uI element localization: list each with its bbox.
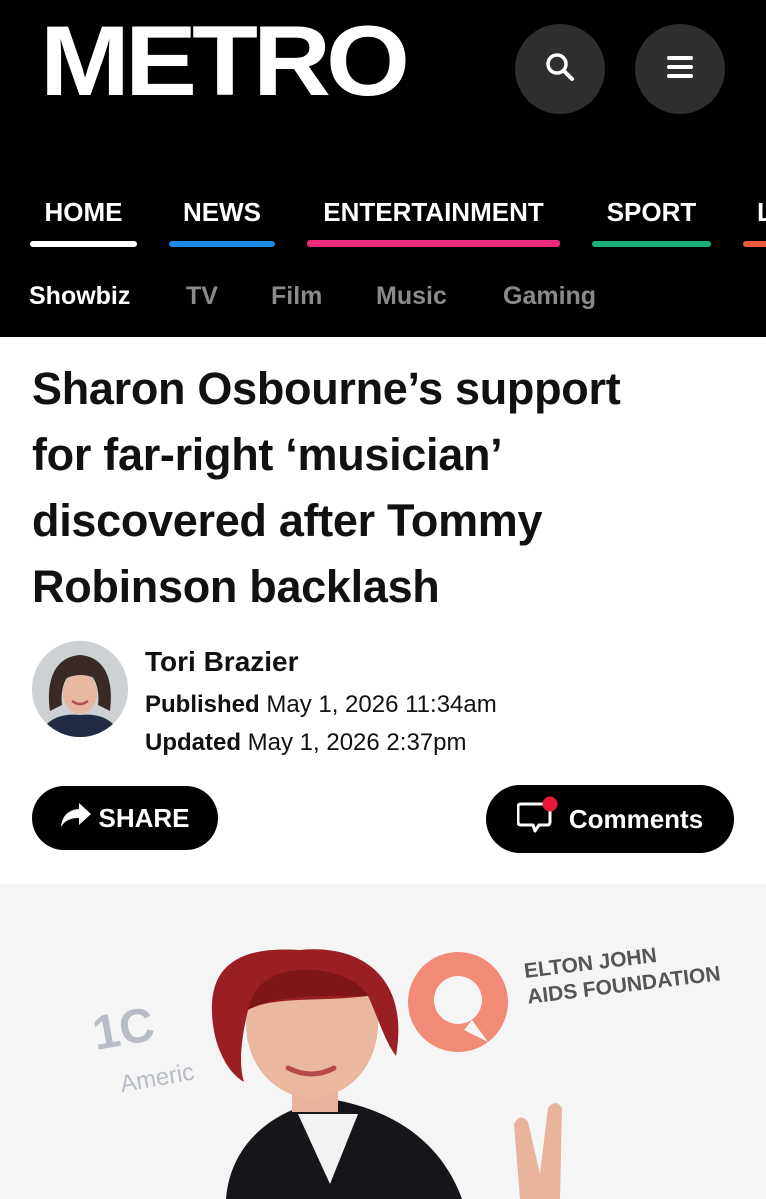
nav-underline-entertainment bbox=[307, 240, 560, 247]
nav-underline-lifestyle bbox=[743, 241, 766, 247]
nav-item-entertainment[interactable]: ENTERTAINMENT bbox=[307, 192, 560, 256]
sub-nav: Showbiz TV Film Music Gaming bbox=[0, 278, 766, 318]
subnav-item-showbiz[interactable]: Showbiz bbox=[29, 278, 130, 314]
published-value: May 1, 2026 11:34am bbox=[266, 691, 497, 718]
headline-line: Sharon Osbourne’s support bbox=[32, 363, 621, 414]
nav-underline-sport bbox=[592, 241, 711, 247]
nav-item-label: SPORT bbox=[606, 197, 697, 227]
top-header: METRO HOME NEWS ENTERTAINMENT SPORT L Sh… bbox=[0, 0, 766, 337]
headline-line: Robinson backlash bbox=[32, 561, 440, 612]
nav-item-label: L bbox=[757, 197, 766, 227]
nav-item-sport[interactable]: SPORT bbox=[592, 192, 711, 256]
subnav-item-film[interactable]: Film bbox=[271, 278, 322, 314]
share-arrow-icon bbox=[60, 802, 92, 835]
backdrop-text-left: 1C bbox=[89, 998, 159, 1061]
comments-button[interactable]: Comments bbox=[486, 785, 734, 853]
article-hero-image[interactable]: ELTON JOHN AIDS FOUNDATION 1C Americ bbox=[0, 884, 766, 1199]
comment-bubble-icon bbox=[516, 796, 559, 843]
section-nav: HOME NEWS ENTERTAINMENT SPORT L bbox=[0, 192, 766, 256]
metro-logo[interactable]: METRO bbox=[40, 6, 410, 116]
foundation-logo bbox=[408, 952, 508, 1052]
nav-item-news[interactable]: NEWS bbox=[169, 192, 275, 256]
headline-line: for far-right ‘musician’ bbox=[32, 429, 503, 480]
nav-item-label: ENTERTAINMENT bbox=[323, 197, 544, 227]
nav-underline-news bbox=[169, 241, 275, 247]
author-avatar[interactable] bbox=[32, 641, 128, 737]
published-date: Published May 1, 2026 11:34am bbox=[145, 688, 497, 722]
comments-label: Comments bbox=[568, 803, 704, 834]
author-name[interactable]: Tori Brazier bbox=[145, 644, 299, 680]
menu-button[interactable] bbox=[635, 24, 725, 114]
headline-line: discovered after Tommy bbox=[32, 495, 543, 546]
nav-item-label: HOME bbox=[44, 197, 123, 227]
subnav-item-gaming[interactable]: Gaming bbox=[503, 278, 596, 314]
subnav-item-tv[interactable]: TV bbox=[186, 278, 218, 314]
hamburger-menu-icon bbox=[665, 54, 695, 85]
nav-item-lifestyle[interactable]: L bbox=[743, 192, 766, 256]
nav-underline-home bbox=[30, 241, 137, 247]
share-label: SHARE bbox=[98, 802, 190, 833]
published-label: Published bbox=[145, 691, 260, 718]
article-headline: Sharon Osbourne’s support for far-right … bbox=[32, 356, 732, 620]
share-button[interactable]: SHARE bbox=[32, 786, 218, 850]
updated-value: May 1, 2026 2:37pm bbox=[247, 729, 467, 756]
nav-item-home[interactable]: HOME bbox=[30, 192, 137, 256]
nav-item-label: NEWS bbox=[183, 197, 261, 227]
updated-label: Updated bbox=[145, 729, 241, 756]
notification-dot bbox=[542, 796, 558, 811]
updated-date: Updated May 1, 2026 2:37pm bbox=[145, 726, 466, 760]
search-button[interactable] bbox=[515, 24, 605, 114]
subnav-item-music[interactable]: Music bbox=[376, 278, 447, 314]
search-icon bbox=[544, 51, 576, 88]
